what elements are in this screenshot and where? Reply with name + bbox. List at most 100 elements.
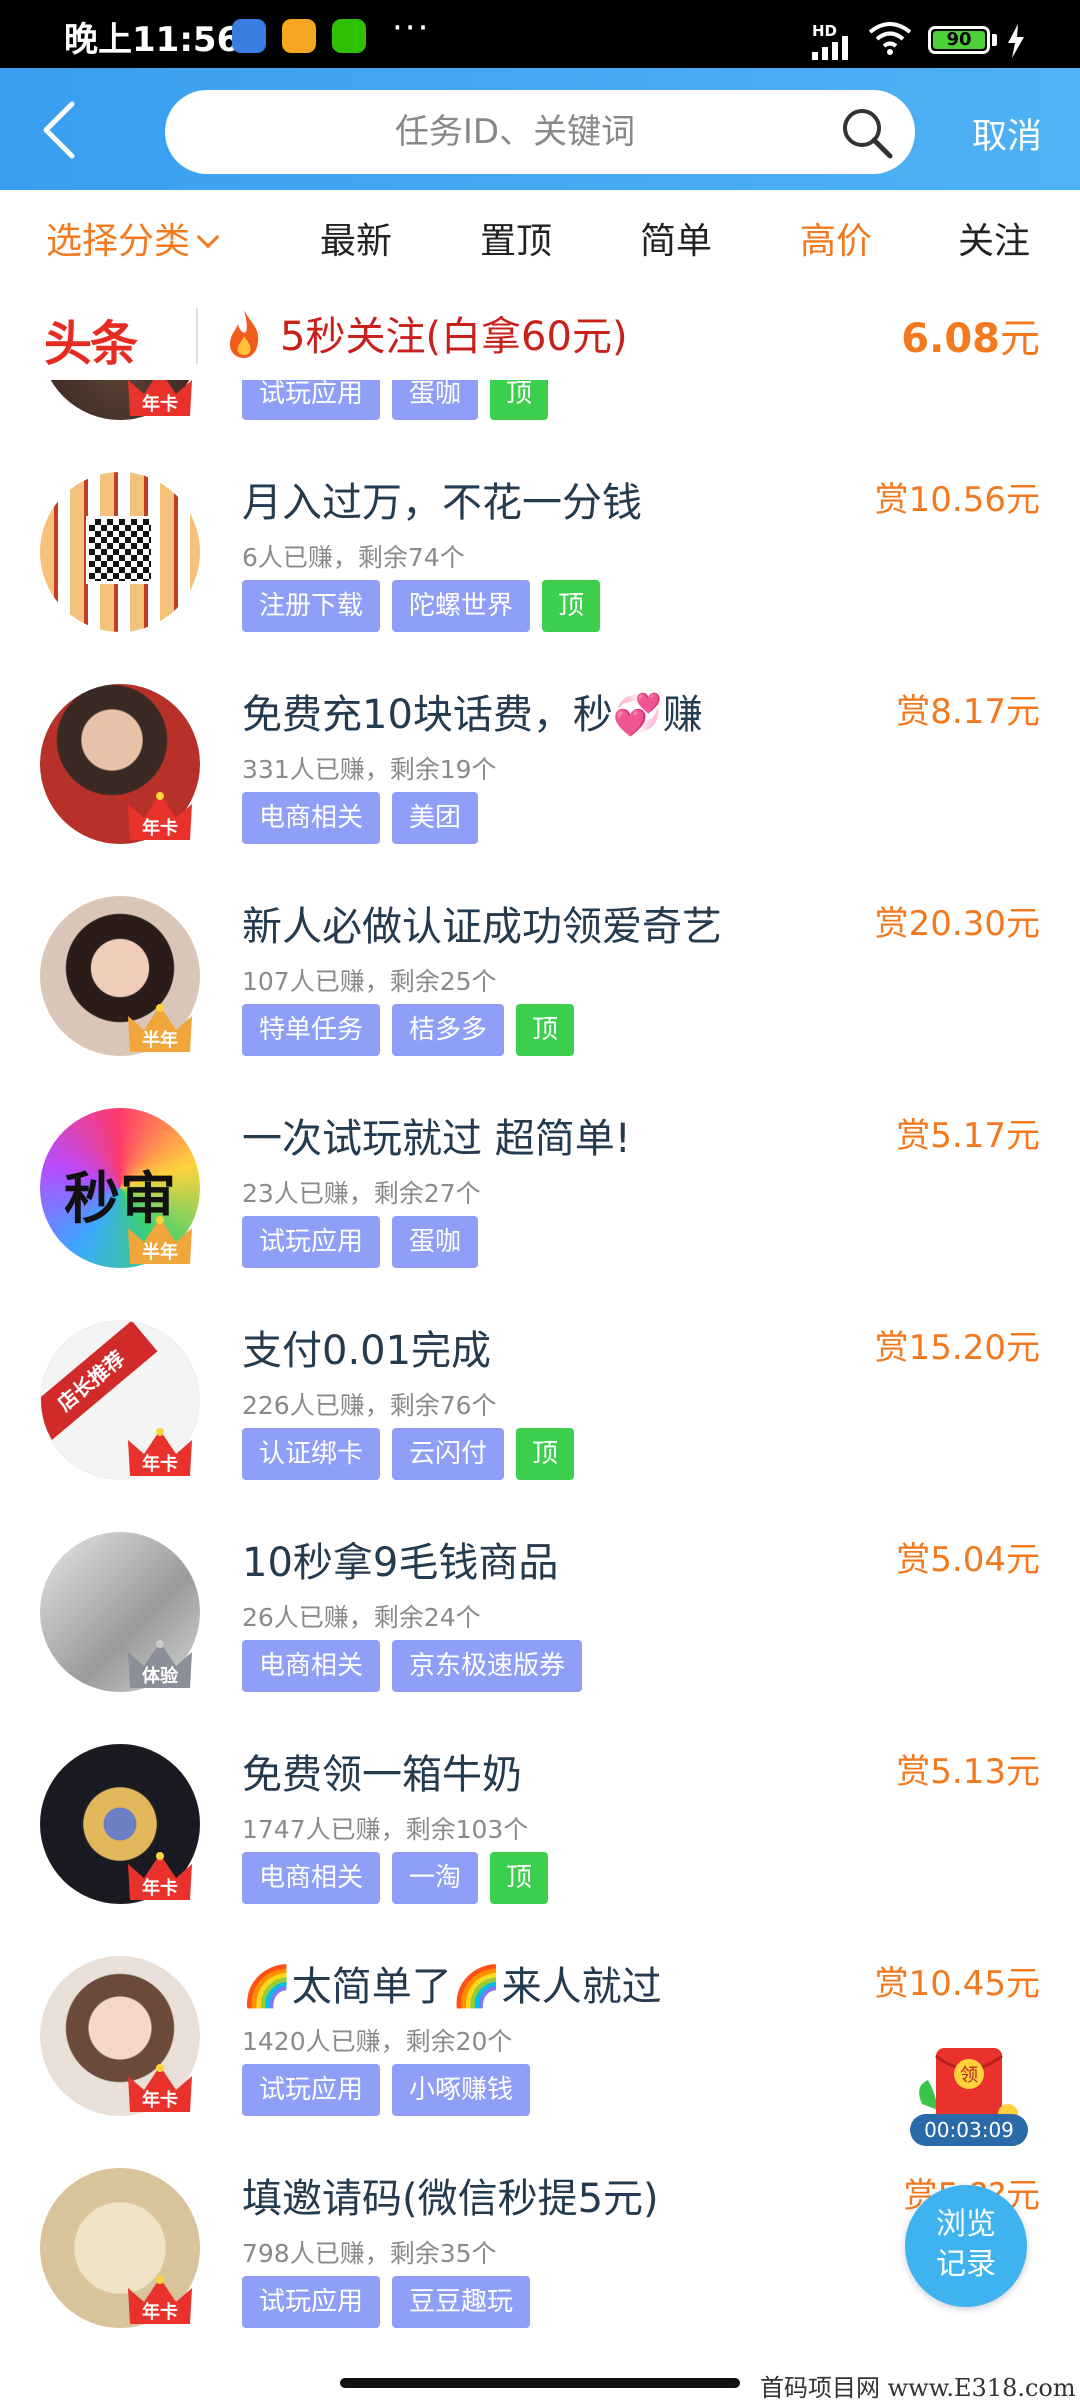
badge-crown: 年卡 xyxy=(124,1426,196,1482)
task-stat: 26人已赚，剩余24个 xyxy=(242,1603,481,1632)
tab-latest[interactable]: 最新 xyxy=(320,212,392,264)
battery-level: 90 xyxy=(933,31,985,49)
browse-history-button[interactable]: 浏览 记录 xyxy=(905,2185,1027,2307)
tag[interactable]: 注册下载 xyxy=(242,580,381,632)
tab-pinned[interactable]: 置顶 xyxy=(480,212,552,264)
tab-select-category[interactable]: 选择分类 xyxy=(46,212,220,264)
task-title: 一次试玩就过 超简单! xyxy=(242,1116,631,1162)
battery-icon: 90 xyxy=(928,26,990,54)
signal-icon xyxy=(812,36,848,60)
search-header: 取消 xyxy=(0,68,1080,190)
search-input[interactable] xyxy=(205,100,825,164)
task-title: 月入过万，不花一分钱 xyxy=(242,480,642,526)
list-item[interactable]: 体验 10秒拿9毛钱商品 26人已赚，剩余24个 电商相关 京东极速版券 赏5.… xyxy=(0,1520,1080,1732)
tag[interactable]: 桔多多 xyxy=(392,1004,505,1056)
wechat-notification-icon xyxy=(332,19,366,53)
headline-banner[interactable]: 头条 5秒关注(白拿60元) 6.08元 xyxy=(0,290,1080,380)
headline-price-value: 6.08 xyxy=(901,316,1000,362)
tab-high-price[interactable]: 高价 xyxy=(800,212,872,264)
tag[interactable]: 试玩应用 xyxy=(242,380,381,420)
tag[interactable]: 特单任务 xyxy=(242,1004,381,1056)
task-price: 赏5.04元 xyxy=(896,1540,1040,1580)
task-stat: 1420人已赚，剩余20个 xyxy=(242,2027,513,2056)
tag-group: 特单任务 桔多多 顶 xyxy=(242,1004,575,1056)
charging-icon xyxy=(1008,24,1024,58)
app-notification-icon xyxy=(232,19,266,53)
list-item[interactable]: 年卡 免费领一箱牛奶 1747人已赚，剩余103个 电商相关 一淘 顶 赏5.1… xyxy=(0,1732,1080,1944)
status-bar: 晚上11:56 ··· HD 90 xyxy=(0,0,1080,68)
tag[interactable]: 电商相关 xyxy=(242,1852,381,1904)
badge-crown: 半年 xyxy=(124,1214,196,1270)
tag[interactable]: 电商相关 xyxy=(242,1640,381,1692)
list-item[interactable]: 半年 新人必做认证成功领爱奇艺 107人已赚，剩余25个 特单任务 桔多多 顶 … xyxy=(0,884,1080,1096)
task-title: 🌈太简单了🌈来人就过 xyxy=(242,1964,662,2010)
chevron-down-icon xyxy=(196,225,220,249)
search-box[interactable] xyxy=(165,90,915,174)
list-item[interactable]: 秒审 半年 一次试玩就过 超简单! 23人已赚，剩余27个 试玩应用 蛋咖 赏5… xyxy=(0,1096,1080,1308)
tag[interactable]: 认证绑卡 xyxy=(242,1428,381,1480)
tag[interactable]: 试玩应用 xyxy=(242,2064,381,2116)
red-packet-label: 领 xyxy=(960,2065,978,2086)
list-item[interactable]: 年卡 免费充10块话费，秒💞赚 331人已赚，剩余19个 电商相关 美团 赏8.… xyxy=(0,672,1080,884)
tag-group: 电商相关 一淘 顶 xyxy=(242,1852,549,1904)
filter-tabs: 选择分类 最新 置顶 简单 高价 关注 xyxy=(0,190,1080,290)
tab-simple[interactable]: 简单 xyxy=(640,212,712,264)
tag[interactable]: 电商相关 xyxy=(242,792,381,844)
task-price: 赏5.13元 xyxy=(896,1752,1040,1792)
top-tag[interactable]: 顶 xyxy=(490,380,549,420)
home-indicator[interactable] xyxy=(340,2378,740,2388)
list-item[interactable]: 年卡 试玩应用 蛋咖 顶 xyxy=(0,380,1080,460)
battery-tip xyxy=(992,34,997,46)
countdown-timer: 00:03:09 xyxy=(910,2114,1028,2146)
tag[interactable]: 蛋咖 xyxy=(392,1216,479,1268)
history-label-line2: 记录 xyxy=(936,2247,996,2282)
tag-group: 注册下载 陀螺世界 顶 xyxy=(242,580,601,632)
badge-crown: 年卡 xyxy=(124,2274,196,2330)
task-title: 新人必做认证成功领爱奇艺 xyxy=(242,904,722,950)
badge-crown: 年卡 xyxy=(124,1850,196,1906)
top-tag[interactable]: 顶 xyxy=(490,1852,549,1904)
task-price: 赏5.17元 xyxy=(896,1116,1040,1156)
avatar-ribbon: 店长推荐 xyxy=(41,1321,158,1442)
tag-group: 电商相关 美团 xyxy=(242,792,479,844)
top-tag[interactable]: 顶 xyxy=(542,580,601,632)
tag[interactable]: 京东极速版券 xyxy=(392,1640,583,1692)
watermark: 首码项目网 www.E318.com xyxy=(760,2374,1076,2402)
task-stat: 226人已赚，剩余76个 xyxy=(242,1391,497,1420)
list-item[interactable]: 店长推荐 年卡 支付0.01完成 226人已赚，剩余76个 认证绑卡 云闪付 顶… xyxy=(0,1308,1080,1520)
headline-price: 6.08元 xyxy=(901,306,1040,364)
tab-label: 选择分类 xyxy=(46,221,191,262)
back-arrow-icon[interactable] xyxy=(36,100,92,160)
list-item[interactable]: 月入过万，不花一分钱 6人已赚，剩余74个 注册下载 陀螺世界 顶 赏10.56… xyxy=(0,460,1080,672)
tag[interactable]: 陀螺世界 xyxy=(392,580,531,632)
task-stat: 23人已赚，剩余27个 xyxy=(242,1179,481,1208)
tag[interactable]: 蛋咖 xyxy=(392,380,479,420)
more-notifications-icon: ··· xyxy=(392,8,431,48)
cancel-button[interactable]: 取消 xyxy=(972,108,1042,159)
tag[interactable]: 一淘 xyxy=(392,1852,479,1904)
tag[interactable]: 美团 xyxy=(392,792,479,844)
badge-crown: 年卡 xyxy=(124,790,196,846)
task-stat: 6人已赚，剩余74个 xyxy=(242,543,465,572)
tag[interactable]: 小啄赚钱 xyxy=(392,2064,531,2116)
search-icon[interactable] xyxy=(840,106,894,160)
task-title: 支付0.01完成 xyxy=(242,1328,492,1374)
tab-follow[interactable]: 关注 xyxy=(958,212,1030,264)
top-tag[interactable]: 顶 xyxy=(516,1428,575,1480)
tag[interactable]: 云闪付 xyxy=(392,1428,505,1480)
top-tag[interactable]: 顶 xyxy=(516,1004,575,1056)
task-title: 免费领一箱牛奶 xyxy=(242,1752,522,1798)
task-price: 赏10.45元 xyxy=(874,1964,1040,2004)
tag-group: 认证绑卡 云闪付 顶 xyxy=(242,1428,575,1480)
tag-group: 试玩应用 豆豆趣玩 xyxy=(242,2276,531,2328)
tag[interactable]: 试玩应用 xyxy=(242,1216,381,1268)
badge-crown: 年卡 xyxy=(124,380,196,422)
task-price: 赏20.30元 xyxy=(874,904,1040,944)
task-title: 10秒拿9毛钱商品 xyxy=(242,1540,559,1586)
tag-group: 试玩应用 蛋咖 xyxy=(242,1216,479,1268)
tag[interactable]: 豆豆趣玩 xyxy=(392,2276,531,2328)
task-stat: 798人已赚，剩余35个 xyxy=(242,2239,497,2268)
tag[interactable]: 试玩应用 xyxy=(242,2276,381,2328)
message-notification-icon xyxy=(282,19,316,53)
task-stat: 1747人已赚，剩余103个 xyxy=(242,1815,529,1844)
